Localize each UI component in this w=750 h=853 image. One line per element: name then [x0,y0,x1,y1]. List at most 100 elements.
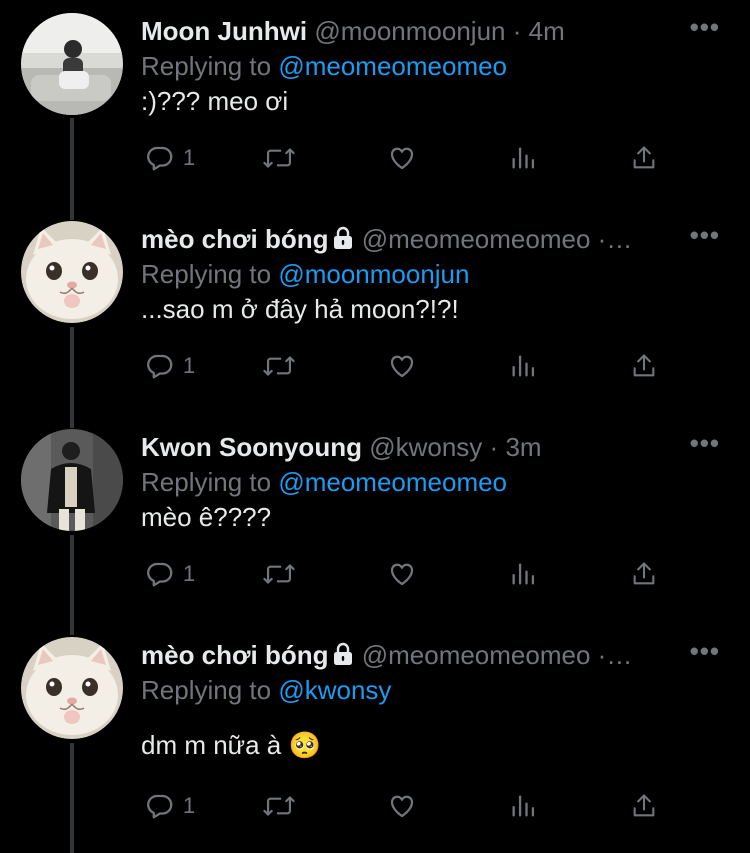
mention-link[interactable]: @kwonsy [278,675,391,705]
timestamp[interactable]: … [606,640,632,670]
retweet-button[interactable] [262,788,296,824]
mention-link[interactable]: @meomeomeomeo [278,467,507,497]
separator: · [512,16,522,46]
share-button[interactable] [630,556,658,592]
share-icon [633,794,655,817]
replying-prefix: Replying to [141,675,272,705]
replying-prefix: Replying to [141,51,272,81]
analytics-icon [512,563,535,585]
analytics-button[interactable] [509,788,537,824]
user-handle[interactable]: @meomeomeomeo [362,640,591,670]
analytics-button[interactable] [509,348,537,384]
reply-count: 1 [183,793,196,818]
replying-prefix: Replying to [141,467,272,497]
retweet-button[interactable] [262,348,296,384]
analytics-icon [512,147,535,169]
replying-prefix: Replying to [141,259,272,289]
like-icon [390,563,414,586]
tweet-1[interactable]: Moon Junhwi @moonmoonjun · 4m ••• Replyi… [0,0,750,208]
replying-to: Replying to @meomeomeomeo [141,466,507,498]
more-icon[interactable]: ••• [690,430,720,456]
share-button[interactable] [630,348,658,384]
share-icon [633,354,655,377]
person-leather-jacket-avatar [21,429,123,531]
tweet-3[interactable]: Kwon Soonyoung @kwonsy · 3m ••• Replying… [0,416,750,624]
like-button[interactable] [386,348,418,384]
user-handle[interactable]: @kwonsy [369,432,482,462]
action-bar: 1 [141,140,671,176]
analytics-icon [512,355,535,377]
like-button[interactable] [386,788,418,824]
retweet-button[interactable] [262,556,296,592]
reply-count: 1 [183,353,196,378]
timestamp[interactable]: … [606,224,632,254]
tweet-header: mèo chơi bóng @meomeomeomeo ·… [141,638,690,672]
avatar[interactable] [21,13,123,115]
action-bar: 1 [141,556,671,592]
action-bar: 1 [141,348,671,384]
reply-icon [147,794,173,819]
tweet-text: ...sao m ở đây hả moon?!?! [141,294,459,324]
display-name[interactable]: mèo chơi bóng [141,640,328,670]
action-bar: 1 [141,788,671,824]
replying-to: Replying to @meomeomeomeo [141,50,507,82]
replying-to: Replying to @kwonsy [141,674,391,706]
avatar[interactable] [21,429,123,531]
tweet-header: mèo chơi bóng @meomeomeomeo ·… [141,222,690,256]
user-handle[interactable]: @moonmoonjun [314,16,505,46]
display-name[interactable]: Kwon Soonyoung [141,432,362,462]
reply-icon [147,562,173,587]
like-icon [390,795,414,818]
reply-icon [147,354,173,379]
user-handle[interactable]: @meomeomeomeo [362,224,591,254]
reply-count: 1 [183,145,196,170]
more-icon[interactable]: ••• [690,14,720,40]
retweet-button[interactable] [262,140,296,176]
mention-link[interactable]: @meomeomeomeo [278,51,507,81]
analytics-icon [512,795,535,817]
person-sitting-avatar [21,13,123,115]
retweet-icon [263,564,295,584]
like-button[interactable] [386,556,418,592]
reply-button[interactable]: 1 [145,788,195,824]
retweet-icon [263,148,295,168]
avatar[interactable] [21,637,123,739]
retweet-icon [263,796,295,816]
white-cat-avatar [21,221,123,323]
retweet-icon [263,356,295,376]
avatar[interactable] [21,221,123,323]
more-icon[interactable]: ••• [690,638,720,664]
reply-button[interactable]: 1 [145,140,195,176]
tweet-4[interactable]: mèo chơi bóng @meomeomeomeo ·… ••• Reply… [0,624,750,832]
tweet-header: Moon Junhwi @moonmoonjun · 4m [141,14,690,48]
share-icon [633,146,655,169]
tweet-text: mèo ê???? [141,502,272,532]
more-icon[interactable]: ••• [690,222,720,248]
like-icon [390,355,414,378]
timestamp[interactable]: 4m [529,16,565,46]
reply-icon [147,146,173,171]
analytics-button[interactable] [509,140,537,176]
display-name[interactable]: Moon Junhwi [141,16,307,46]
mention-link[interactable]: @moonmoonjun [278,259,469,289]
timestamp[interactable]: 3m [505,432,541,462]
white-cat-avatar [21,637,123,739]
tweet-text: :)??? meo ơi [141,86,289,116]
tweet-header: Kwon Soonyoung @kwonsy · 3m [141,430,690,464]
reply-button[interactable]: 1 [145,348,195,384]
lock-icon [334,642,353,665]
replying-to: Replying to @moonmoonjun [141,258,469,290]
display-name[interactable]: mèo chơi bóng [141,224,328,254]
lock-icon [334,226,353,249]
reply-button[interactable]: 1 [145,556,195,592]
tweet-2[interactable]: mèo chơi bóng @meomeomeomeo ·… ••• Reply… [0,208,750,416]
share-button[interactable] [630,788,658,824]
like-button[interactable] [386,140,418,176]
separator: · [489,432,499,462]
like-icon [390,147,414,170]
reply-count: 1 [183,561,196,586]
analytics-button[interactable] [509,556,537,592]
tweet-text: dm m nữa à 🥺 [141,730,321,760]
share-button[interactable] [630,140,658,176]
share-icon [633,562,655,585]
